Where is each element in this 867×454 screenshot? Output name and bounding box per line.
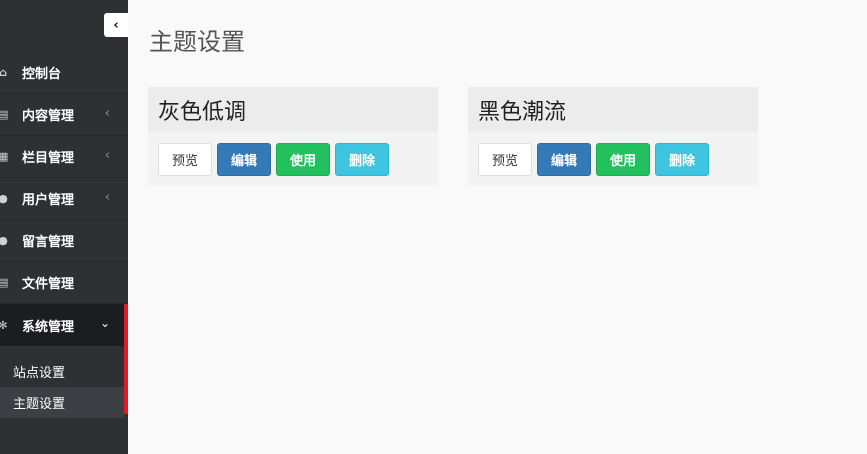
- chevron-left-icon: ‹: [104, 106, 110, 121]
- submenu-item-theme-settings[interactable]: 主题设置: [0, 387, 124, 418]
- gears-icon: ✻: [0, 318, 8, 332]
- preview-button[interactable]: 预览: [158, 143, 212, 176]
- sidebar-item-label: 内容管理: [22, 109, 75, 124]
- use-button[interactable]: 使用: [276, 143, 330, 176]
- sidebar: ‹ ⌂ 控制台 ▤ 内容管理 ‹ ▦ 栏目管理 ‹ ● 用户管理 ‹ ● 留言管…: [0, 0, 128, 454]
- chevron-left-icon: ‹: [104, 148, 110, 163]
- system-submenu: 站点设置 主题设置: [0, 346, 128, 418]
- submenu-item-site-settings[interactable]: 站点设置: [0, 356, 128, 387]
- sidebar-item-users[interactable]: ● 用户管理 ‹: [0, 178, 128, 220]
- chevron-left-icon: ‹: [113, 17, 119, 33]
- theme-name: 黑色潮流: [468, 87, 758, 132]
- preview-button[interactable]: 预览: [478, 143, 532, 176]
- delete-button[interactable]: 删除: [335, 143, 389, 176]
- sidebar-item-label: 栏目管理: [22, 151, 75, 166]
- edit-button[interactable]: 编辑: [217, 143, 271, 176]
- sidebar-collapse-button[interactable]: ‹: [104, 13, 128, 37]
- theme-card: 灰色低调 预览 编辑 使用 删除: [148, 87, 438, 186]
- sidebar-item-label: 控制台: [22, 67, 62, 82]
- sidebar-item-content[interactable]: ▤ 内容管理 ‹: [0, 94, 128, 136]
- theme-name: 灰色低调: [148, 87, 438, 132]
- comment-icon: ●: [0, 234, 8, 247]
- sidebar-item-dashboard[interactable]: ⌂ 控制台: [0, 52, 128, 94]
- sidebar-nav: ⌂ 控制台 ▤ 内容管理 ‹ ▦ 栏目管理 ‹ ● 用户管理 ‹ ● 留言管理 …: [0, 52, 128, 418]
- sidebar-item-messages[interactable]: ● 留言管理: [0, 220, 128, 262]
- edit-button[interactable]: 编辑: [537, 143, 591, 176]
- theme-actions: 预览 编辑 使用 删除: [148, 132, 438, 176]
- use-button[interactable]: 使用: [596, 143, 650, 176]
- theme-actions: 预览 编辑 使用 删除: [468, 132, 758, 176]
- sidebar-item-files[interactable]: ▤ 文件管理: [0, 262, 128, 304]
- user-icon: ●: [0, 192, 8, 205]
- delete-button[interactable]: 删除: [655, 143, 709, 176]
- sidebar-item-label: 留言管理: [22, 235, 75, 250]
- home-icon: ⌂: [0, 66, 7, 79]
- document-icon: ▤: [0, 276, 9, 289]
- sidebar-item-label: 文件管理: [22, 277, 75, 292]
- page-title: 主题设置: [149, 28, 245, 56]
- sidebar-item-label: 系统管理: [22, 319, 75, 335]
- chevron-left-icon: ‹: [104, 190, 110, 205]
- columns-icon: ▦: [0, 150, 9, 163]
- chevron-down-icon: ⌄: [99, 316, 110, 330]
- theme-card: 黑色潮流 预览 编辑 使用 删除: [468, 87, 758, 186]
- sidebar-item-columns[interactable]: ▦ 栏目管理 ‹: [0, 136, 128, 178]
- sidebar-item-label: 用户管理: [22, 193, 75, 208]
- file-icon: ▤: [0, 108, 9, 121]
- sidebar-item-system[interactable]: ✻ 系统管理 ⌄: [0, 304, 128, 346]
